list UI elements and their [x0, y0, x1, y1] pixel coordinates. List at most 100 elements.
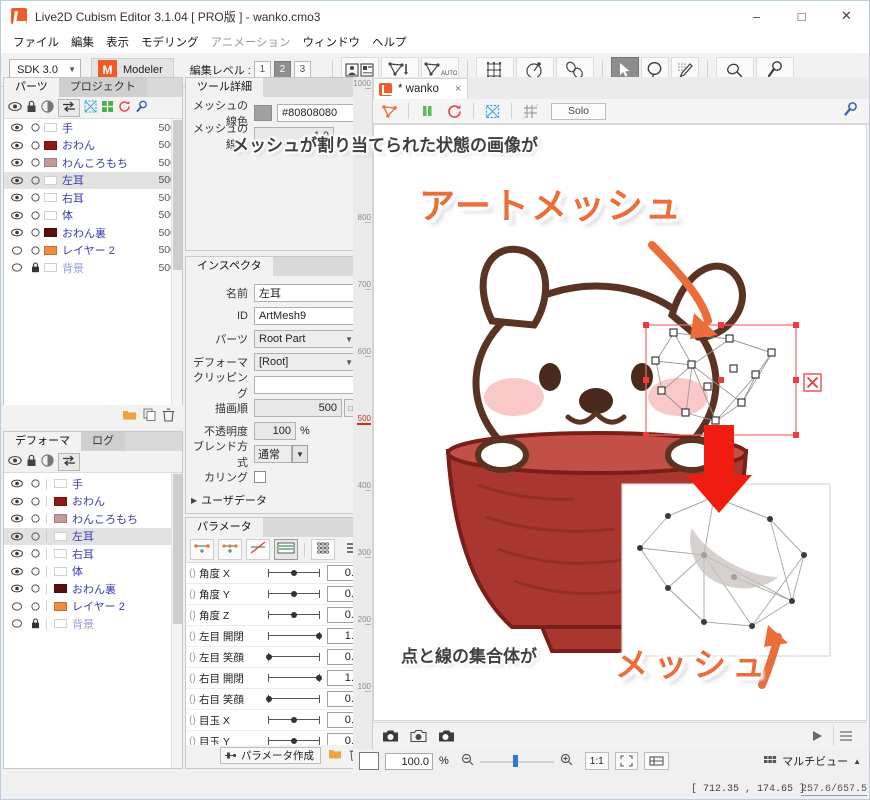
parameter-key-icon[interactable]: () — [186, 589, 199, 600]
field-deformer-select[interactable]: [Root] ▼ — [254, 353, 358, 371]
pin-canvas-icon[interactable] — [842, 101, 859, 121]
fit-width-button[interactable] — [644, 752, 669, 770]
lock-toggle-icon[interactable] — [26, 566, 44, 577]
delete-mesh-marker[interactable] — [804, 374, 821, 391]
field-part-select[interactable]: Root Part ▼ — [254, 330, 358, 348]
parameters-list[interactable]: ()角度 X0.0()角度 Y0.0()角度 Z0.0()左目 開閉1.0()左… — [186, 563, 370, 745]
visibility-toggle-icon[interactable] — [8, 246, 26, 255]
lock-icon[interactable] — [26, 454, 37, 470]
parameter-row[interactable]: ()左目 開閉1.0 — [186, 626, 370, 647]
parameter-row[interactable]: ()角度 Y0.0 — [186, 584, 370, 605]
lock-toggle-icon[interactable] — [26, 618, 44, 629]
user-data-expander[interactable]: ▶ ユーザデータ — [186, 492, 364, 508]
visibility-toggle-icon[interactable] — [8, 141, 26, 150]
field-name[interactable]: 左耳 — [254, 284, 358, 302]
deformer-list[interactable]: │手│おわん│わんころもち│左耳│右耳│体│おわん裏│レイヤー 2│背景 — [4, 473, 182, 768]
parameter-row[interactable]: ()右目 開閉1.0 — [186, 668, 370, 689]
deformer-list-item[interactable]: │わんころもち — [4, 510, 182, 528]
deformer-list-scrollbar[interactable] — [171, 473, 182, 768]
tab-inspector[interactable]: インスペクタ — [186, 257, 273, 276]
menu-window[interactable]: ウィンドウ — [297, 32, 367, 52]
lock-toggle-icon[interactable] — [26, 175, 44, 186]
list-view-icon[interactable] — [833, 725, 858, 746]
tab-tool-detail[interactable]: ツール詳細 — [186, 78, 263, 97]
close-icon[interactable]: × — [455, 83, 461, 95]
tab-project[interactable]: プロジェクト — [59, 78, 147, 97]
parameter-slider[interactable] — [266, 649, 322, 665]
deformer-list-item[interactable]: │右耳 — [4, 545, 182, 563]
lock-toggle-icon[interactable] — [26, 192, 44, 203]
snapshot-settings-icon[interactable] — [406, 725, 431, 746]
menu-view[interactable]: 表示 — [100, 32, 135, 52]
parameter-row[interactable]: ()角度 X0.0 — [186, 563, 370, 584]
visibility-toggle-icon[interactable] — [8, 567, 26, 576]
snapshot-save-icon[interactable] — [434, 725, 459, 746]
solo-button[interactable]: Solo — [551, 103, 606, 120]
deformer-list-item[interactable]: │おわん裏 — [4, 580, 182, 598]
parameter-slider[interactable] — [266, 733, 322, 745]
visibility-toggle-icon[interactable] — [8, 514, 26, 523]
parameter-row[interactable]: ()角度 Z0.0 — [186, 605, 370, 626]
lock-toggle-icon[interactable] — [26, 227, 44, 238]
culling-checkbox[interactable] — [254, 471, 266, 483]
mesh-line-width-value[interactable]: 1.0 — [254, 127, 334, 145]
field-draw-order[interactable]: 500 — [254, 399, 342, 417]
parameter-slider[interactable] — [266, 586, 322, 602]
minimize-button[interactable]: – — [734, 1, 779, 31]
parts-list-item[interactable]: レイヤー 2500 — [4, 242, 182, 260]
canvas-viewport[interactable] — [373, 124, 867, 721]
tab-log[interactable]: ログ — [81, 432, 125, 451]
swap-arrows-icon[interactable] — [58, 453, 80, 471]
document-tab-wanko[interactable]: * wanko × — [373, 78, 468, 99]
tab-deformer[interactable]: デフォーマ — [4, 432, 81, 451]
field-opacity[interactable]: 100 — [254, 422, 296, 440]
partial-visibility-icon[interactable] — [41, 100, 54, 116]
menu-file[interactable]: ファイル — [7, 32, 65, 52]
parameter-slider[interactable] — [266, 691, 322, 707]
parameter-slider[interactable] — [266, 670, 322, 686]
eye-icon[interactable] — [8, 455, 22, 469]
parts-list[interactable]: 手500おわん500わんころもち500左耳500右耳500体500おわん裏500… — [4, 119, 182, 426]
create-parameter-button[interactable]: パラメータ作成 — [220, 747, 321, 764]
lock-toggle-icon[interactable] — [26, 531, 44, 542]
deformer-list-item[interactable]: │手 — [4, 475, 182, 493]
menu-help[interactable]: ヘルプ — [366, 32, 413, 52]
visibility-toggle-icon[interactable] — [8, 619, 26, 628]
menu-modeling[interactable]: モデリング — [135, 32, 205, 52]
lock-toggle-icon[interactable] — [26, 210, 44, 221]
lock-toggle-icon[interactable] — [26, 478, 44, 489]
mesh-display-toggle-icon[interactable] — [377, 101, 402, 122]
chevron-up-icon[interactable]: ▲ — [853, 757, 861, 766]
parameter-slider[interactable] — [266, 565, 322, 581]
parameter-key-icon[interactable]: () — [186, 610, 199, 621]
partial-visibility-icon[interactable] — [41, 454, 54, 470]
copy-parameter-icon[interactable] — [328, 748, 342, 763]
tab-parts[interactable]: パーツ — [4, 78, 59, 97]
deformer-list-item[interactable]: │左耳 — [4, 528, 182, 546]
visibility-toggle-icon[interactable] — [8, 479, 26, 488]
zoom-in-icon[interactable] — [560, 753, 573, 769]
parameter-slider[interactable] — [266, 607, 322, 623]
lock-icon[interactable] — [26, 100, 37, 116]
visibility-toggle-icon[interactable] — [8, 176, 26, 185]
blend-mode-dropdown-arrow[interactable]: ▼ — [292, 445, 308, 463]
parameter-row[interactable]: ()目玉 X0.0 — [186, 710, 370, 731]
deformer-list-item[interactable]: │おわん — [4, 493, 182, 511]
lock-toggle-icon[interactable] — [26, 140, 44, 151]
zoom-reset-button[interactable]: 1:1 — [585, 752, 609, 770]
deformer-list-item[interactable]: │体 — [4, 563, 182, 581]
parts-list-item[interactable]: 左耳500 — [4, 172, 182, 190]
parameter-key-icon[interactable]: () — [186, 715, 199, 726]
mesh-line-color-value[interactable]: #80808080 — [277, 104, 355, 122]
canvas-bg-color-swatch[interactable] — [359, 752, 379, 770]
parameter-key-icon[interactable]: () — [186, 631, 199, 642]
parameter-key-icon[interactable]: () — [186, 652, 199, 663]
reset-rotation-icon[interactable] — [442, 101, 467, 122]
tab-parameters[interactable]: パラメータ — [186, 518, 263, 537]
play-icon[interactable] — [804, 725, 829, 746]
zoom-out-icon[interactable] — [461, 753, 474, 769]
edit-level-1[interactable]: 1 — [254, 61, 271, 78]
parts-list-scrollbar[interactable] — [171, 119, 182, 426]
swap-arrows-icon[interactable] — [58, 99, 80, 117]
deformer-list-item[interactable]: │背景 — [4, 615, 182, 633]
